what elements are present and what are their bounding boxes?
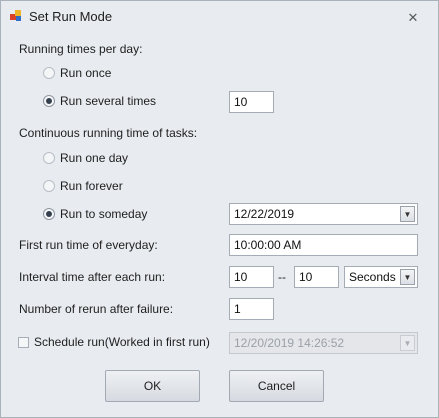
set-run-mode-dialog: Set Run Mode ✕ Running times per day: Ru… <box>0 0 439 418</box>
radio-circle-icon <box>43 180 55 192</box>
dropdown-arrow-icon[interactable]: ▼ <box>400 206 415 222</box>
run-to-someday-radio[interactable]: Run to someday <box>43 207 147 221</box>
interval-to-input[interactable]: 10 <box>294 266 339 288</box>
app-icon <box>10 10 21 21</box>
schedule-run-label: Schedule run(Worked in first run) <box>34 335 210 349</box>
run-one-day-label: Run one day <box>60 151 129 165</box>
radio-circle-icon <box>43 152 55 164</box>
cancel-button[interactable]: Cancel <box>229 370 324 402</box>
run-one-day-radio[interactable]: Run one day <box>43 151 128 165</box>
first-run-time-input[interactable]: 10:00:00 AM <box>229 234 418 256</box>
rerun-label: Number of rerun after failure: <box>19 302 174 316</box>
end-date-picker[interactable]: 12/22/2019 ▼ <box>229 203 418 225</box>
run-count-input[interactable]: 10 <box>229 91 274 113</box>
interval-unit-value: Seconds <box>349 270 396 284</box>
end-date-value: 12/22/2019 <box>234 207 295 221</box>
schedule-datetime-value: 12/20/2019 14:26:52 <box>234 336 345 350</box>
window-title: Set Run Mode <box>29 9 113 24</box>
radio-circle-icon <box>43 67 55 79</box>
run-forever-radio[interactable]: Run forever <box>43 179 123 193</box>
dropdown-arrow-icon: ▼ <box>400 335 415 351</box>
checkbox-empty-icon <box>18 336 29 348</box>
interval-unit-select[interactable]: Seconds ▼ <box>344 266 418 288</box>
title-bar: Set Run Mode ✕ <box>1 1 438 32</box>
first-run-label: First run time of everyday: <box>19 238 158 252</box>
run-once-label: Run once <box>60 66 112 80</box>
dropdown-arrow-icon[interactable]: ▼ <box>400 269 415 285</box>
run-several-times-label: Run several times <box>60 94 157 108</box>
radio-selected-icon <box>43 95 55 107</box>
times-per-day-heading: Running times per day: <box>19 42 143 56</box>
continuous-heading: Continuous running time of tasks: <box>19 126 198 140</box>
interval-label: Interval time after each run: <box>19 270 166 284</box>
close-icon[interactable]: ✕ <box>403 9 423 27</box>
interval-separator: -- <box>278 270 286 284</box>
radio-selected-icon <box>43 208 55 220</box>
schedule-run-checkbox[interactable]: Schedule run(Worked in first run) <box>18 335 210 349</box>
run-forever-label: Run forever <box>60 179 123 193</box>
interval-from-input[interactable]: 10 <box>229 266 274 288</box>
ok-button[interactable]: OK <box>105 370 200 402</box>
run-to-someday-label: Run to someday <box>60 207 148 221</box>
schedule-datetime-picker: 12/20/2019 14:26:52 ▼ <box>229 332 418 354</box>
rerun-count-input[interactable]: 1 <box>229 298 274 320</box>
run-several-times-radio[interactable]: Run several times <box>43 94 156 108</box>
run-once-radio[interactable]: Run once <box>43 66 111 80</box>
